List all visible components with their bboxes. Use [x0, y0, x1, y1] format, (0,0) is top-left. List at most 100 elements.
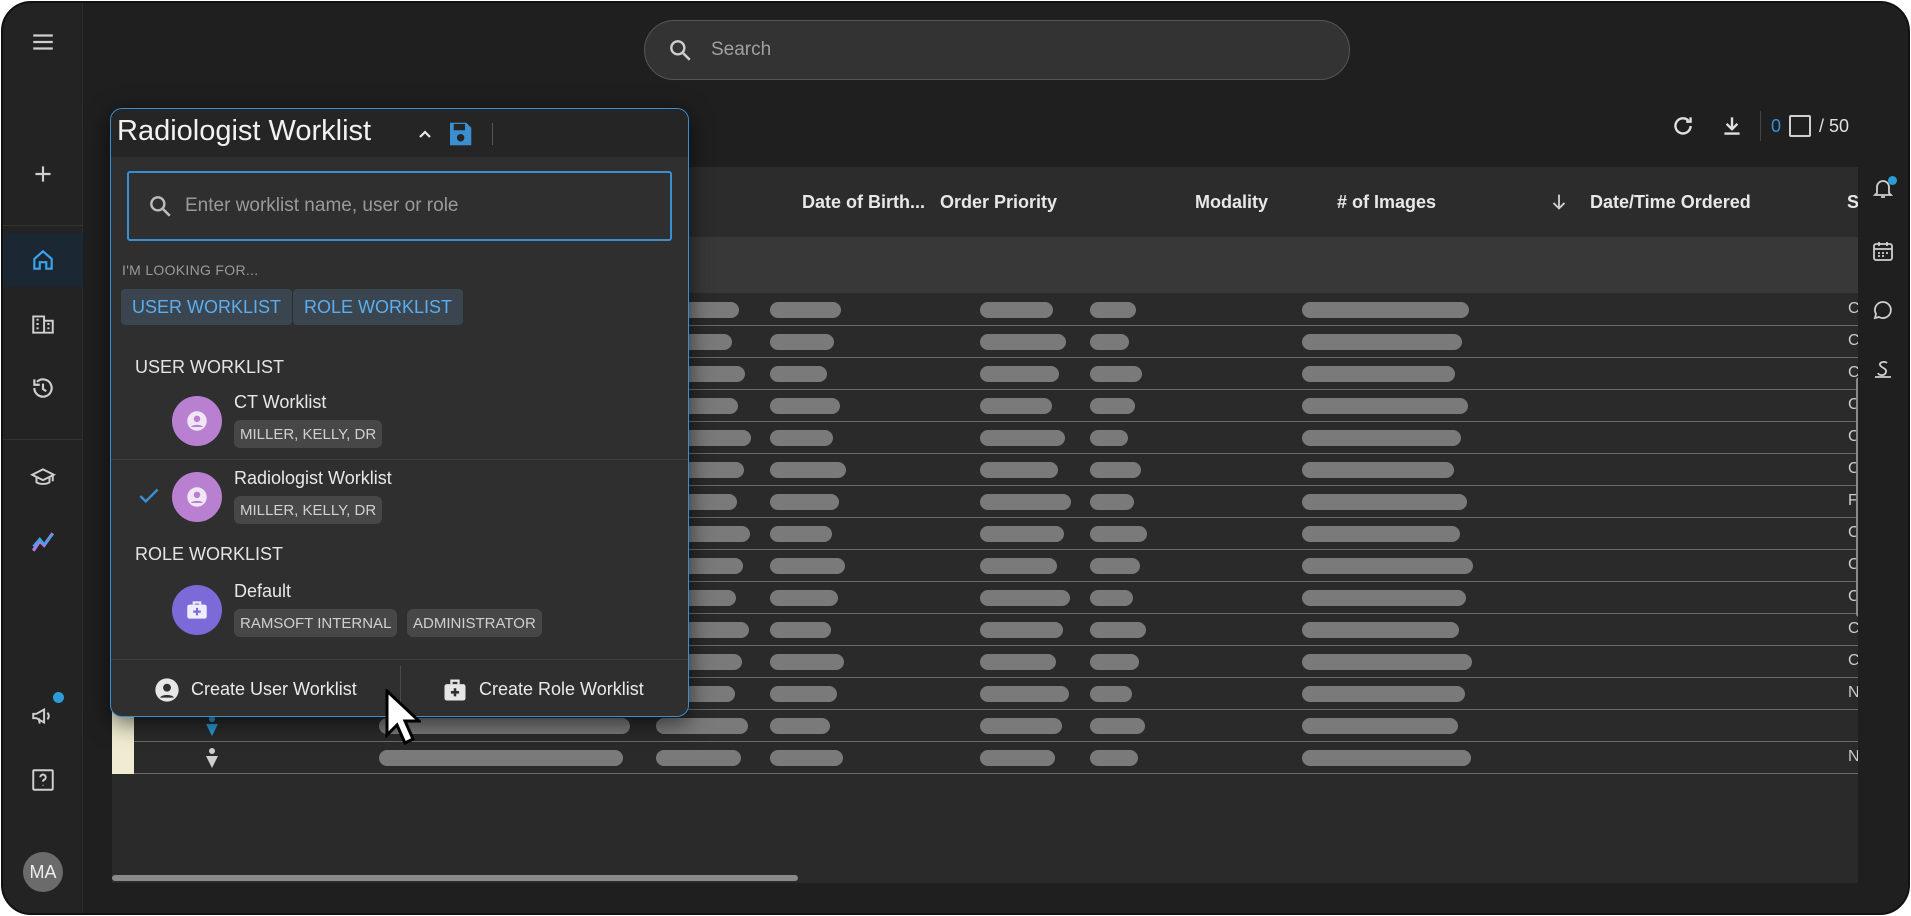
horizontal-scrollbar[interactable]: [112, 875, 798, 881]
cell-placeholder: [1302, 654, 1472, 670]
cell-placeholder: [1302, 494, 1467, 510]
worklist-name: Default: [234, 581, 292, 601]
cell-placeholder: [770, 654, 844, 670]
cell-placeholder: [770, 334, 834, 350]
cell-placeholder: [980, 366, 1059, 382]
cell-placeholder: [980, 686, 1069, 702]
graduation-cap-icon[interactable]: [3, 451, 83, 505]
worklist-item-radiologist[interactable]: Radiologist Worklist MILLER, KELLY, DR: [111, 459, 688, 533]
analytics-icon[interactable]: [3, 515, 83, 569]
cell-placeholder: [770, 622, 831, 638]
user-avatar-icon: [172, 472, 222, 522]
worklist-name: CT Worklist: [234, 392, 327, 412]
history-icon[interactable]: [3, 361, 83, 415]
column-order-priority[interactable]: Order Priority: [940, 192, 1057, 213]
worklist-title[interactable]: Radiologist Worklist: [117, 115, 371, 148]
cell-placeholder: [1090, 334, 1129, 350]
row-color-strip: [112, 742, 134, 774]
filter-user-worklist-button[interactable]: USER WORKLIST: [121, 289, 293, 325]
cell-placeholder: [980, 750, 1055, 766]
megaphone-icon[interactable]: [3, 689, 83, 743]
cell-placeholder: [1302, 686, 1465, 702]
column-number-of-images[interactable]: # of Images: [1337, 192, 1436, 213]
search-input[interactable]: [711, 39, 1311, 61]
cell-placeholder: [770, 686, 837, 702]
user-circle-icon: [155, 677, 179, 702]
cell-placeholder: [980, 334, 1066, 350]
filter-role-worklist-button[interactable]: ROLE WORKLIST: [293, 289, 464, 325]
create-user-worklist-label: Create User Worklist: [191, 679, 357, 699]
cell-placeholder: [1090, 686, 1132, 702]
select-all-checkbox[interactable]: [1789, 115, 1812, 137]
cell-placeholder: [1302, 558, 1473, 574]
cell-placeholder: [379, 750, 623, 766]
cell-placeholder: [770, 398, 840, 414]
cell-placeholder: [980, 558, 1057, 574]
search-icon: [150, 196, 171, 217]
cell-placeholder: [1302, 366, 1455, 382]
cell-placeholder: [980, 462, 1058, 478]
cell-placeholder: [1302, 430, 1461, 446]
cell-placeholder: [980, 718, 1062, 734]
building-icon[interactable]: [3, 297, 83, 351]
refresh-icon[interactable]: [1668, 111, 1698, 141]
create-role-worklist-button[interactable]: Create Role Worklist: [441, 660, 644, 716]
cell-placeholder: [1302, 718, 1458, 734]
create-user-worklist-button[interactable]: Create User Worklist: [153, 660, 357, 716]
worklist-header: Radiologist Worklist: [111, 109, 688, 157]
column-date-time-ordered[interactable]: Date/Time Ordered: [1590, 192, 1751, 213]
chevron-up-icon[interactable]: [413, 123, 437, 147]
cell-placeholder: [1090, 398, 1135, 414]
cell-placeholder: [770, 750, 843, 766]
cell-placeholder: [1302, 334, 1462, 350]
cell-placeholder: [770, 494, 839, 510]
user-avatar-icon: [172, 396, 222, 446]
cell-placeholder: [1302, 526, 1460, 542]
menu-icon[interactable]: [3, 15, 83, 69]
table-row[interactable]: N: [112, 742, 1862, 774]
table-toolbar: 0 / 50: [1668, 111, 1849, 141]
cell-placeholder: [1302, 750, 1471, 766]
cell-placeholder: [1090, 750, 1138, 766]
cell-placeholder: [1090, 526, 1147, 542]
cell-placeholder: [770, 462, 846, 478]
signature-icon[interactable]: [1868, 354, 1898, 384]
worklist-search-field[interactable]: [127, 171, 672, 241]
left-navigation: MA: [3, 3, 83, 913]
cell-placeholder: [1090, 718, 1145, 734]
owner-tag: MILLER, KELLY, DR: [234, 496, 383, 524]
cell-placeholder: [1090, 462, 1141, 478]
worklist-item-default[interactable]: Default RAMSOFT INTERNAL ADMINISTRATOR: [111, 573, 688, 647]
total-count: / 50: [1819, 115, 1850, 136]
briefcase-medical-icon: [444, 679, 466, 700]
cell-placeholder: [1302, 398, 1468, 414]
cell-placeholder: [770, 558, 845, 574]
chat-icon[interactable]: [1868, 295, 1898, 325]
worklist-search-input[interactable]: [185, 195, 645, 217]
worklist-item-ct[interactable]: CT Worklist MILLER, KELLY, DR: [111, 384, 688, 458]
cell-placeholder: [980, 654, 1056, 670]
sort-arrow-down-icon[interactable]: [1548, 191, 1570, 213]
help-icon[interactable]: [3, 753, 83, 807]
column-date-of-birth[interactable]: Date of Birth...: [802, 192, 925, 213]
download-icon[interactable]: [1717, 111, 1747, 141]
calendar-icon[interactable]: [1868, 236, 1898, 266]
role-tag: ADMINISTRATOR: [407, 609, 542, 637]
cell-placeholder: [1090, 494, 1134, 510]
save-icon[interactable]: [445, 119, 475, 149]
cell-placeholder: [1090, 366, 1142, 382]
cell-placeholder: [1302, 462, 1454, 478]
selected-count: 0: [1771, 115, 1782, 136]
cell-placeholder: [1090, 558, 1140, 574]
avatar[interactable]: MA: [23, 852, 63, 892]
cell-placeholder: [980, 494, 1071, 510]
user-worklist-section-title: USER WORKLIST: [135, 357, 285, 377]
home-icon[interactable]: [3, 233, 83, 287]
cell-placeholder: [980, 398, 1052, 414]
cell-placeholder: [1090, 622, 1146, 638]
briefcase-medical-icon: [172, 585, 222, 635]
cell-placeholder: [1302, 622, 1459, 638]
add-icon[interactable]: [3, 147, 83, 201]
column-modality[interactable]: Modality: [1195, 192, 1268, 213]
global-search[interactable]: [644, 20, 1350, 80]
